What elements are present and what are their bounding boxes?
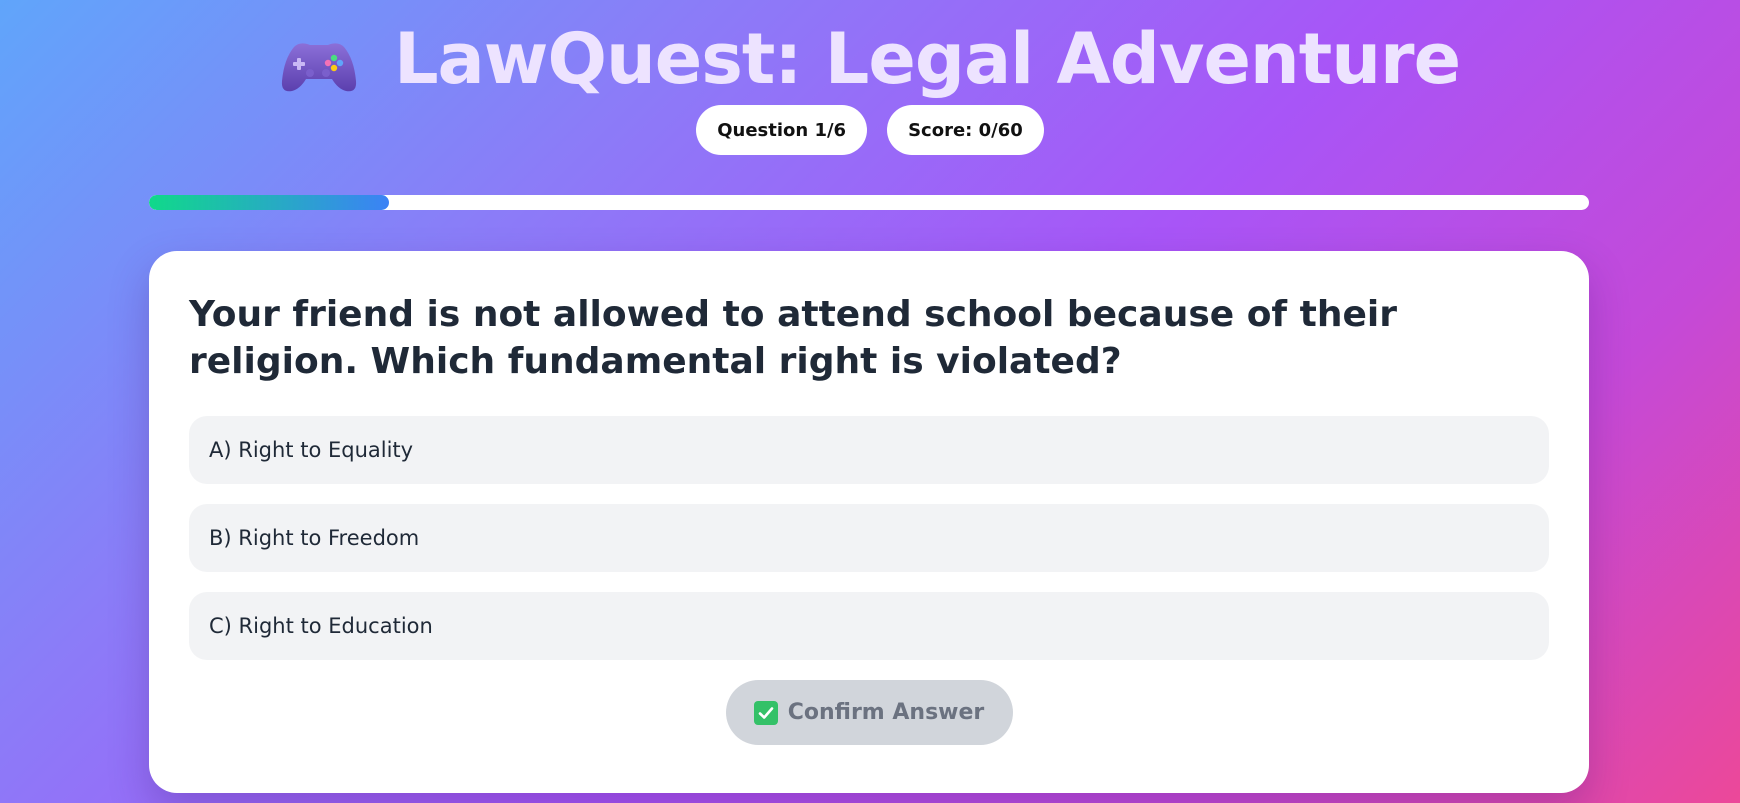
option-b[interactable]: B) Right to Freedom	[189, 504, 1549, 572]
header: LawQuest: Legal Adventure	[0, 14, 1740, 104]
question-card: Your friend is not allowed to attend sch…	[149, 251, 1589, 793]
option-c[interactable]: C) Right to Education	[189, 592, 1549, 660]
option-label: C) Right to Education	[209, 614, 433, 638]
confirm-answer-button[interactable]: Confirm Answer	[725, 680, 1013, 745]
progress-bar-fill	[149, 195, 390, 210]
option-a[interactable]: A) Right to Equality	[189, 416, 1549, 484]
question-text: Your friend is not allowed to attend sch…	[189, 294, 1397, 382]
option-label: A) Right to Equality	[209, 438, 414, 462]
page-title: LawQuest: Legal Adventure	[393, 18, 1461, 100]
confirm-answer-label: Confirm Answer	[787, 700, 985, 725]
score-badge: Score: 0/60	[887, 105, 1044, 155]
game-controller-icon	[281, 43, 357, 92]
progress-bar	[149, 195, 1589, 210]
option-label: B) Right to Freedom	[209, 526, 420, 550]
question-counter-badge: Question 1/6	[696, 105, 868, 155]
answer-options: A) Right to Equality B) Right to Freedom…	[189, 416, 1549, 660]
stats-bar: Question 1/6 Score: 0/60	[0, 105, 1740, 155]
check-box-icon	[753, 700, 778, 725]
